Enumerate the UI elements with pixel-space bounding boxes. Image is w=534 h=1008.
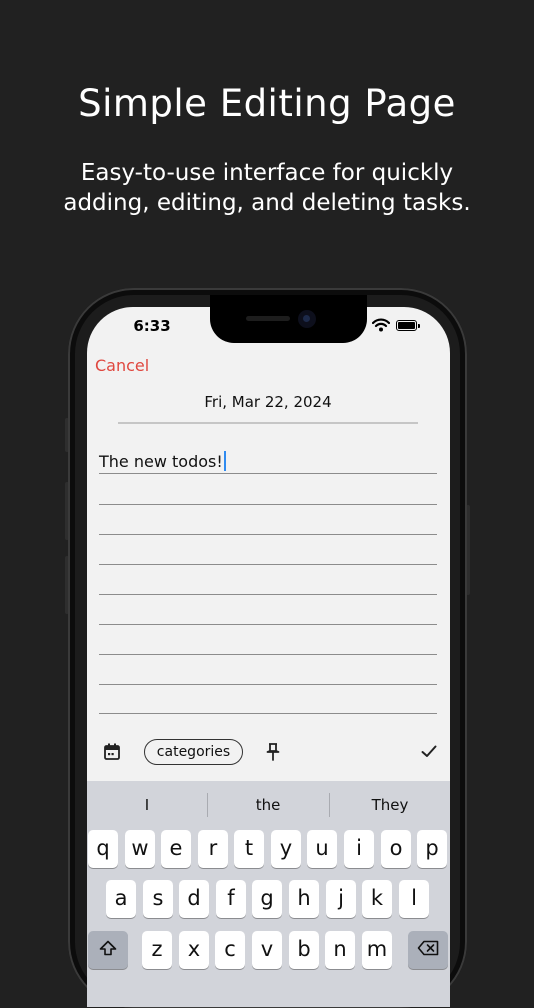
suggestion-2[interactable]: the [208,796,328,814]
key-d[interactable]: d [179,880,209,918]
key-u[interactable]: u [307,830,337,868]
key-x[interactable]: x [179,931,209,969]
notepad-line [99,624,437,625]
notepad-line [99,564,437,565]
key-b[interactable]: b [289,931,319,969]
key-i[interactable]: i [344,830,374,868]
backspace-key[interactable] [408,931,448,969]
suggestion-3[interactable]: They [330,796,450,814]
phone-speaker [246,316,290,321]
key-w[interactable]: w [125,830,155,868]
key-r[interactable]: r [198,830,228,868]
key-t[interactable]: t [234,830,264,868]
cancel-button[interactable]: Cancel [95,356,149,375]
calendar-icon[interactable] [104,743,120,760]
key-v[interactable]: v [252,931,282,969]
headline: Simple Editing Page [78,82,456,125]
phone-camera [298,310,316,328]
key-s[interactable]: s [143,880,173,918]
key-e[interactable]: e [161,830,191,868]
key-g[interactable]: g [252,880,282,918]
pin-icon[interactable] [266,743,280,761]
key-k[interactable]: k [362,880,392,918]
todo-text-input[interactable]: The new todos! [99,451,437,474]
notepad-line [99,594,437,595]
shift-icon [99,940,117,956]
key-l[interactable]: l [399,880,429,918]
notepad-line [99,534,437,535]
wifi-icon [372,318,390,332]
key-y[interactable]: y [271,830,301,868]
notepad-line [99,504,437,505]
battery-icon [396,320,420,331]
status-time: 6:33 [133,317,171,335]
notepad-line [99,654,437,655]
key-z[interactable]: z [142,931,172,969]
key-a[interactable]: a [106,880,136,918]
text-cursor [223,451,226,471]
key-j[interactable]: j [326,880,356,918]
key-m[interactable]: m [362,931,392,969]
key-h[interactable]: h [289,880,319,918]
subheadline-line-2: adding, editing, and deleting tasks. [63,190,471,216]
key-n[interactable]: n [325,931,355,969]
key-f[interactable]: f [216,880,246,918]
notepad-line [99,684,437,685]
subheadline-line-1: Easy-to-use interface for quickly [80,160,454,186]
date-selector[interactable]: Fri, Mar 22, 2024 [118,393,418,424]
backspace-icon [417,940,439,956]
categories-button[interactable]: categories [144,739,243,765]
checkmark-icon[interactable] [421,745,437,758]
suggestion-1[interactable]: I [87,796,207,814]
key-o[interactable]: o [381,830,411,868]
notepad-line [99,713,437,714]
key-p[interactable]: p [417,830,447,868]
subheadline: Easy-to-use interface for quickly adding… [20,158,514,218]
shift-key[interactable] [88,931,128,969]
key-c[interactable]: c [215,931,245,969]
todo-text: The new todos! [99,452,223,471]
key-q[interactable]: q [88,830,118,868]
